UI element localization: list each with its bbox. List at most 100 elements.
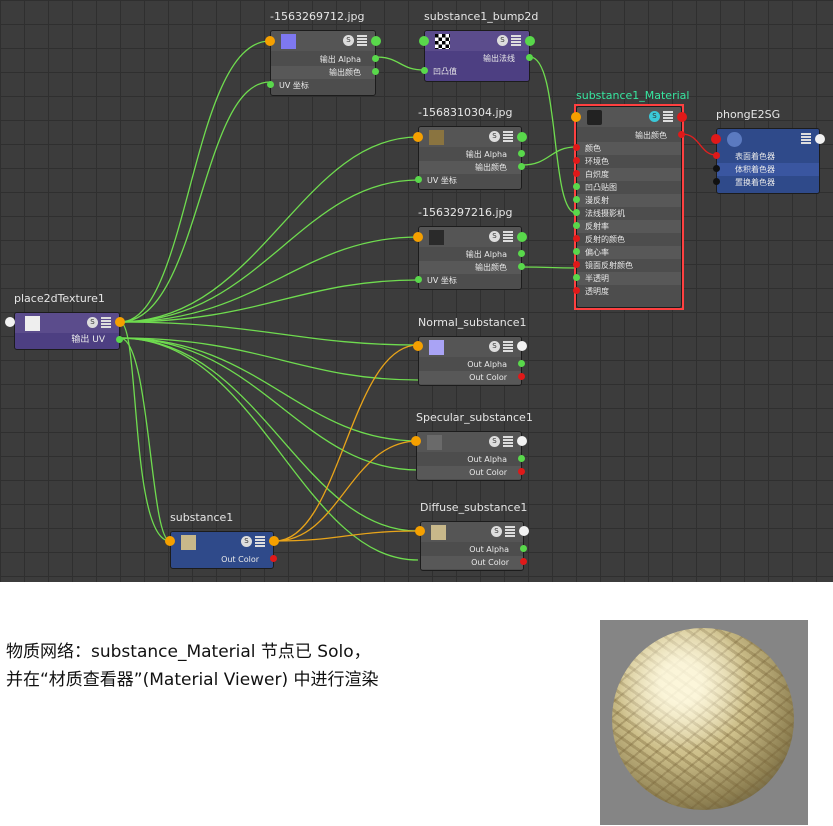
node-texture-1563269712[interactable]: -1563269712.jpg S 输出 Alpha 输出颜色 UV 坐标 <box>265 10 381 96</box>
node-shading-group[interactable]: phongE2SG 表面着色器 体积着色器 置换着色器 <box>711 108 825 194</box>
input-port[interactable] <box>711 134 721 144</box>
node-title: phongE2SG <box>716 108 781 121</box>
uv-port[interactable] <box>415 276 422 283</box>
out-uv-port[interactable] <box>116 336 123 343</box>
input-port[interactable] <box>265 36 275 46</box>
transparency-port[interactable] <box>573 287 580 294</box>
out-color-port[interactable] <box>518 468 525 475</box>
reflected-color-port[interactable] <box>573 235 580 242</box>
solo-icon[interactable]: S <box>489 131 500 142</box>
surface-shader-port[interactable] <box>713 152 720 159</box>
node-substance-material[interactable]: substance1_Material S 输出颜色 颜色 环境色 白炽度 凹凸… <box>571 89 689 310</box>
incandescence-port[interactable] <box>573 170 580 177</box>
input-port[interactable] <box>413 232 423 242</box>
input-port[interactable] <box>419 36 429 46</box>
solo-icon[interactable]: S <box>241 536 252 547</box>
normal-camera-port[interactable] <box>573 209 580 216</box>
solo-icon[interactable]: S <box>87 317 98 328</box>
input-port[interactable] <box>413 132 423 142</box>
ambient-port[interactable] <box>573 157 580 164</box>
out-alpha-port[interactable] <box>518 360 525 367</box>
solo-icon[interactable]: S <box>497 35 508 46</box>
node-normal-substance[interactable]: Normal_substance1 S Out Alpha Out Color <box>413 316 527 386</box>
input-port[interactable] <box>413 341 423 351</box>
bump-port[interactable] <box>573 183 580 190</box>
uv-port[interactable] <box>415 176 422 183</box>
port-out-color: 输出颜色 <box>419 161 521 174</box>
port-translucence: 半透明 <box>577 272 681 285</box>
solo-icon[interactable]: S <box>489 231 500 242</box>
out-color-port[interactable] <box>372 68 379 75</box>
output-port[interactable] <box>115 317 125 327</box>
output-port[interactable] <box>269 536 279 546</box>
input-port[interactable] <box>571 112 581 122</box>
attribute-list-icon[interactable] <box>503 436 513 447</box>
node-bump2d[interactable]: substance1_bump2d S 输出法线 凹凸值 <box>419 10 538 82</box>
output-port[interactable] <box>371 36 381 46</box>
node-place2d-texture[interactable]: place2dTexture1 S 输出 UV <box>5 292 125 350</box>
output-port[interactable] <box>525 36 535 46</box>
input-port[interactable] <box>411 436 421 446</box>
node-specular-substance[interactable]: Specular_substance1 S Out Alpha Out Colo… <box>411 411 533 481</box>
out-alpha-port[interactable] <box>372 55 379 62</box>
solo-icon[interactable]: S <box>649 111 660 122</box>
attribute-list-icon[interactable] <box>503 231 513 242</box>
out-alpha-port[interactable] <box>518 250 525 257</box>
uv-port[interactable] <box>267 81 274 88</box>
node-title: Diffuse_substance1 <box>420 501 528 514</box>
solo-icon[interactable]: S <box>343 35 354 46</box>
output-port[interactable] <box>517 232 527 242</box>
port-displacement-shader: 置换着色器 <box>735 178 775 187</box>
color-port[interactable] <box>573 144 580 151</box>
input-port[interactable] <box>165 536 175 546</box>
output-port[interactable] <box>517 436 527 446</box>
out-color-port[interactable] <box>678 131 685 138</box>
bump-value-port[interactable] <box>421 67 428 74</box>
out-color-port[interactable] <box>518 263 525 270</box>
reflectivity-port[interactable] <box>573 222 580 229</box>
attribute-list-icon[interactable] <box>503 341 513 352</box>
port-surface-shader: 表面着色器 <box>735 152 775 161</box>
displacement-shader-port[interactable] <box>713 178 720 185</box>
input-port[interactable] <box>415 526 425 536</box>
out-color-port[interactable] <box>520 558 527 565</box>
input-port[interactable] <box>5 317 15 327</box>
solo-icon[interactable]: S <box>489 436 500 447</box>
solo-icon[interactable]: S <box>491 526 502 537</box>
attribute-list-icon[interactable] <box>801 133 811 144</box>
eccentricity-port[interactable] <box>573 248 580 255</box>
out-color-port[interactable] <box>518 373 525 380</box>
out-alpha-port[interactable] <box>520 545 527 552</box>
output-port[interactable] <box>517 341 527 351</box>
port-volume-shader: 体积着色器 <box>717 163 819 176</box>
diffuse-port[interactable] <box>573 196 580 203</box>
caption-line-1: 物质网络：substance_Material 节点已 Solo， <box>6 642 371 662</box>
material-sphere-preview <box>612 628 794 810</box>
translucence-port[interactable] <box>573 274 580 281</box>
attribute-list-icon[interactable] <box>511 35 521 46</box>
output-port[interactable] <box>815 134 825 144</box>
node-diffuse-substance[interactable]: Diffuse_substance1 S Out Alpha Out Color <box>415 501 529 571</box>
node-graph-editor[interactable]: -1563269712.jpg S 输出 Alpha 输出颜色 UV 坐标 su… <box>0 0 833 582</box>
out-alpha-port[interactable] <box>518 455 525 462</box>
attribute-list-icon[interactable] <box>255 536 265 547</box>
node-substance[interactable]: substance1 S Out Color <box>165 511 279 569</box>
node-texture-1568310304[interactable]: -1568310304.jpg S 输出 Alpha 输出颜色 UV 坐标 <box>413 106 527 190</box>
node-texture-1563297216[interactable]: -1563297216.jpg S 输出 Alpha 输出颜色 UV 坐标 <box>413 206 527 290</box>
attribute-list-icon[interactable] <box>505 526 515 537</box>
attribute-list-icon[interactable] <box>101 317 111 328</box>
out-alpha-port[interactable] <box>518 150 525 157</box>
out-color-port[interactable] <box>518 163 525 170</box>
texture-thumbnail <box>427 435 442 450</box>
output-port[interactable] <box>517 132 527 142</box>
out-normal-port[interactable] <box>526 54 533 61</box>
attribute-list-icon[interactable] <box>503 131 513 142</box>
output-port[interactable] <box>519 526 529 536</box>
specular-color-port[interactable] <box>573 261 580 268</box>
volume-shader-port[interactable] <box>713 165 720 172</box>
attribute-list-icon[interactable] <box>663 111 673 122</box>
solo-icon[interactable]: S <box>489 341 500 352</box>
attribute-list-icon[interactable] <box>357 35 367 46</box>
output-port[interactable] <box>677 112 687 122</box>
out-color-port[interactable] <box>270 555 277 562</box>
